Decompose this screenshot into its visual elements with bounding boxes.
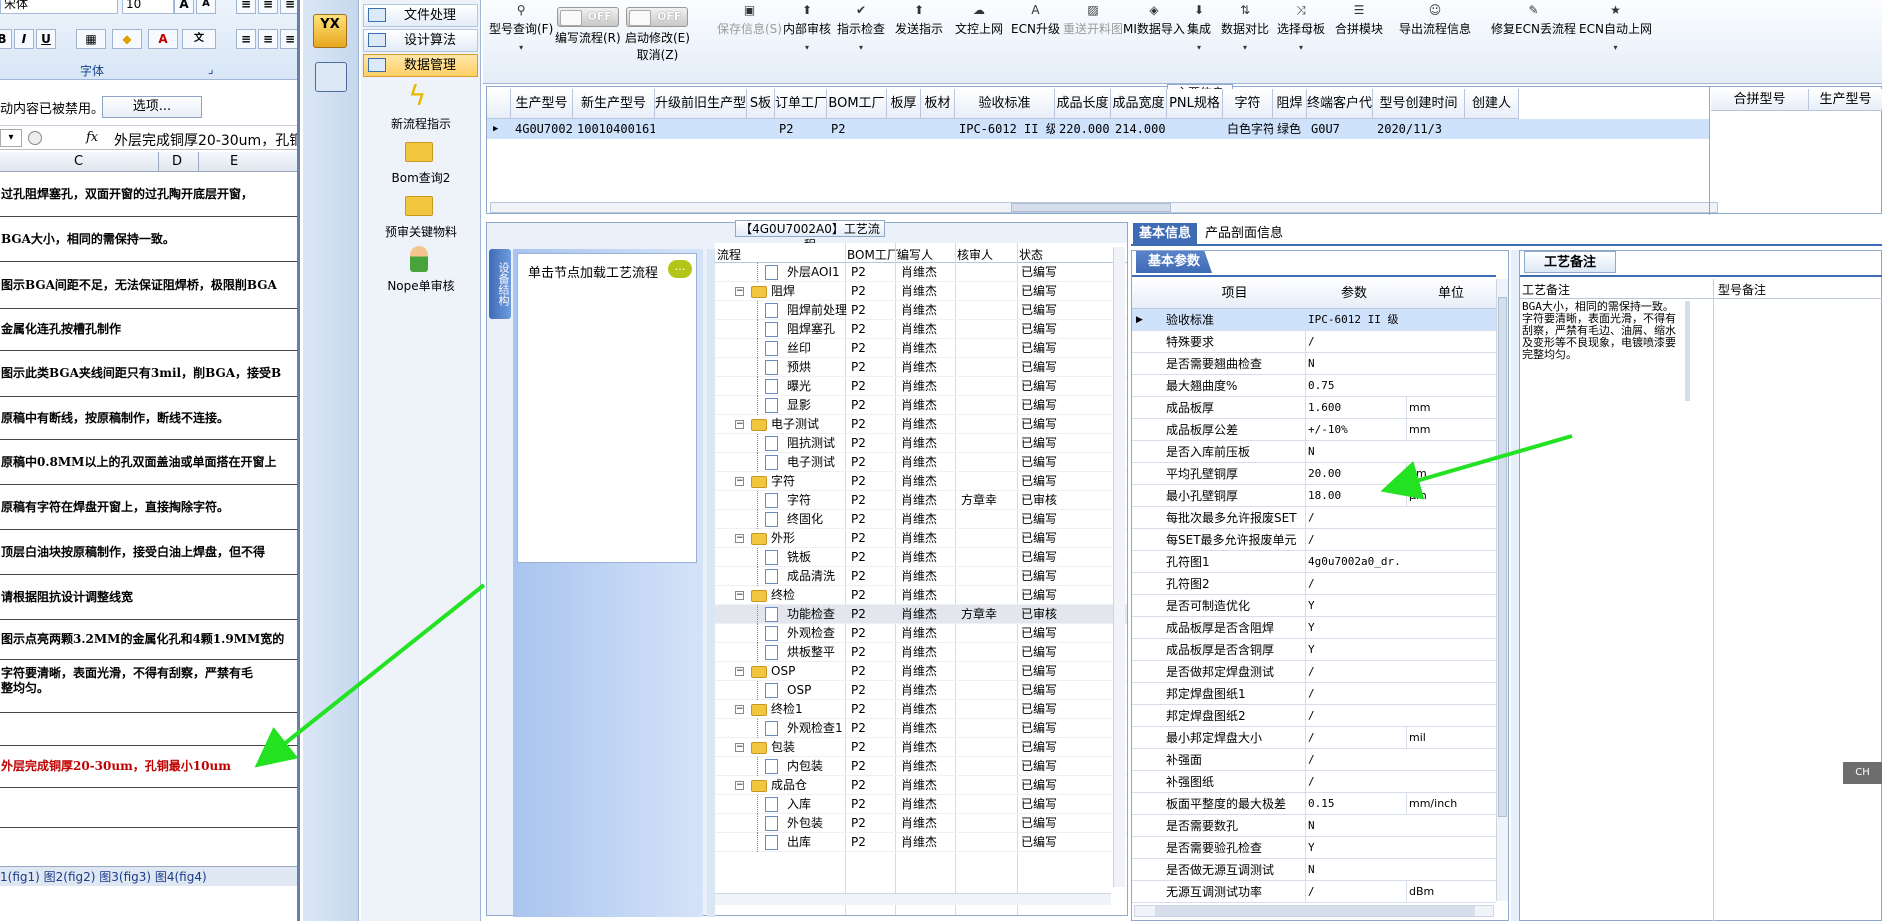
arrow-annotation <box>1380 434 1573 500</box>
annotation-overlay <box>254 434 1573 768</box>
arrow-annotation <box>254 583 486 768</box>
